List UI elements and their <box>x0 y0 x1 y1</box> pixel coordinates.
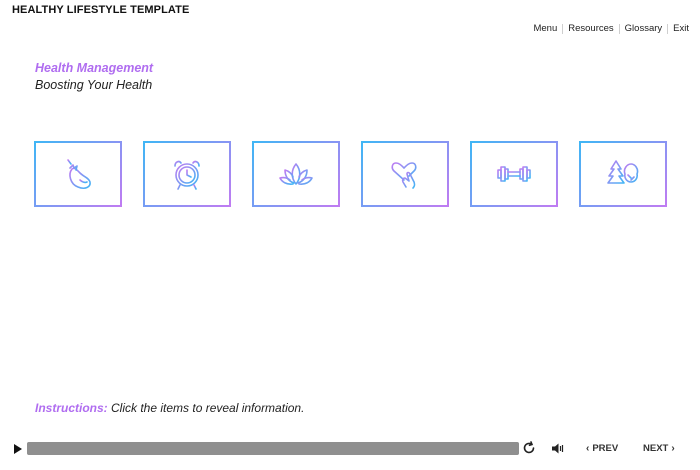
next-label: NEXT <box>643 443 669 454</box>
play-icon[interactable] <box>13 443 23 455</box>
prev-button[interactable]: ‹ PREV <box>586 443 618 454</box>
volume-icon[interactable] <box>551 442 565 455</box>
tile-heart-hand[interactable] <box>361 141 449 207</box>
lotus-icon <box>279 163 313 185</box>
tile-trees[interactable] <box>579 141 667 207</box>
tile-dumbbell[interactable] <box>470 141 558 207</box>
dumbbell-icon <box>497 166 531 182</box>
trees-icon <box>605 160 641 189</box>
course-title: HEALTHY LIFESTYLE TEMPLATE <box>12 4 190 16</box>
nav-resources-link[interactable]: Resources <box>568 23 613 34</box>
replay-icon[interactable] <box>522 441 536 455</box>
nav-glossary-link[interactable]: Glossary <box>625 23 662 34</box>
eggplant-icon <box>67 159 91 189</box>
tile-lotus[interactable] <box>252 141 340 207</box>
section-subheading: Boosting Your Health <box>35 78 153 92</box>
player-controls: ‹ PREV NEXT › <box>0 438 700 460</box>
instructions: Instructions: Click the items to reveal … <box>35 401 304 415</box>
alarm-clock-icon <box>174 160 200 190</box>
chevron-right-icon: › <box>671 442 675 454</box>
nav-divider <box>618 23 620 34</box>
nav-exit-link[interactable]: Exit <box>673 23 689 34</box>
prev-label: PREV <box>592 443 619 454</box>
instructions-label: Instructions: <box>35 401 108 415</box>
nav-divider <box>562 23 564 34</box>
next-button[interactable]: NEXT › <box>643 443 675 454</box>
tile-eggplant[interactable] <box>34 141 122 207</box>
top-navigation: Menu Resources Glossary Exit <box>533 23 689 34</box>
chevron-left-icon: ‹ <box>586 442 590 454</box>
section-heading: Health Management <box>35 61 154 75</box>
tile-alarm-clock[interactable] <box>143 141 231 207</box>
progress-bar[interactable] <box>27 442 519 455</box>
instructions-text: Click the items to reveal information. <box>107 401 305 415</box>
nav-menu-link[interactable]: Menu <box>533 23 557 34</box>
heart-hand-icon <box>391 162 417 189</box>
nav-divider <box>667 23 669 34</box>
progress-fill <box>27 442 519 455</box>
